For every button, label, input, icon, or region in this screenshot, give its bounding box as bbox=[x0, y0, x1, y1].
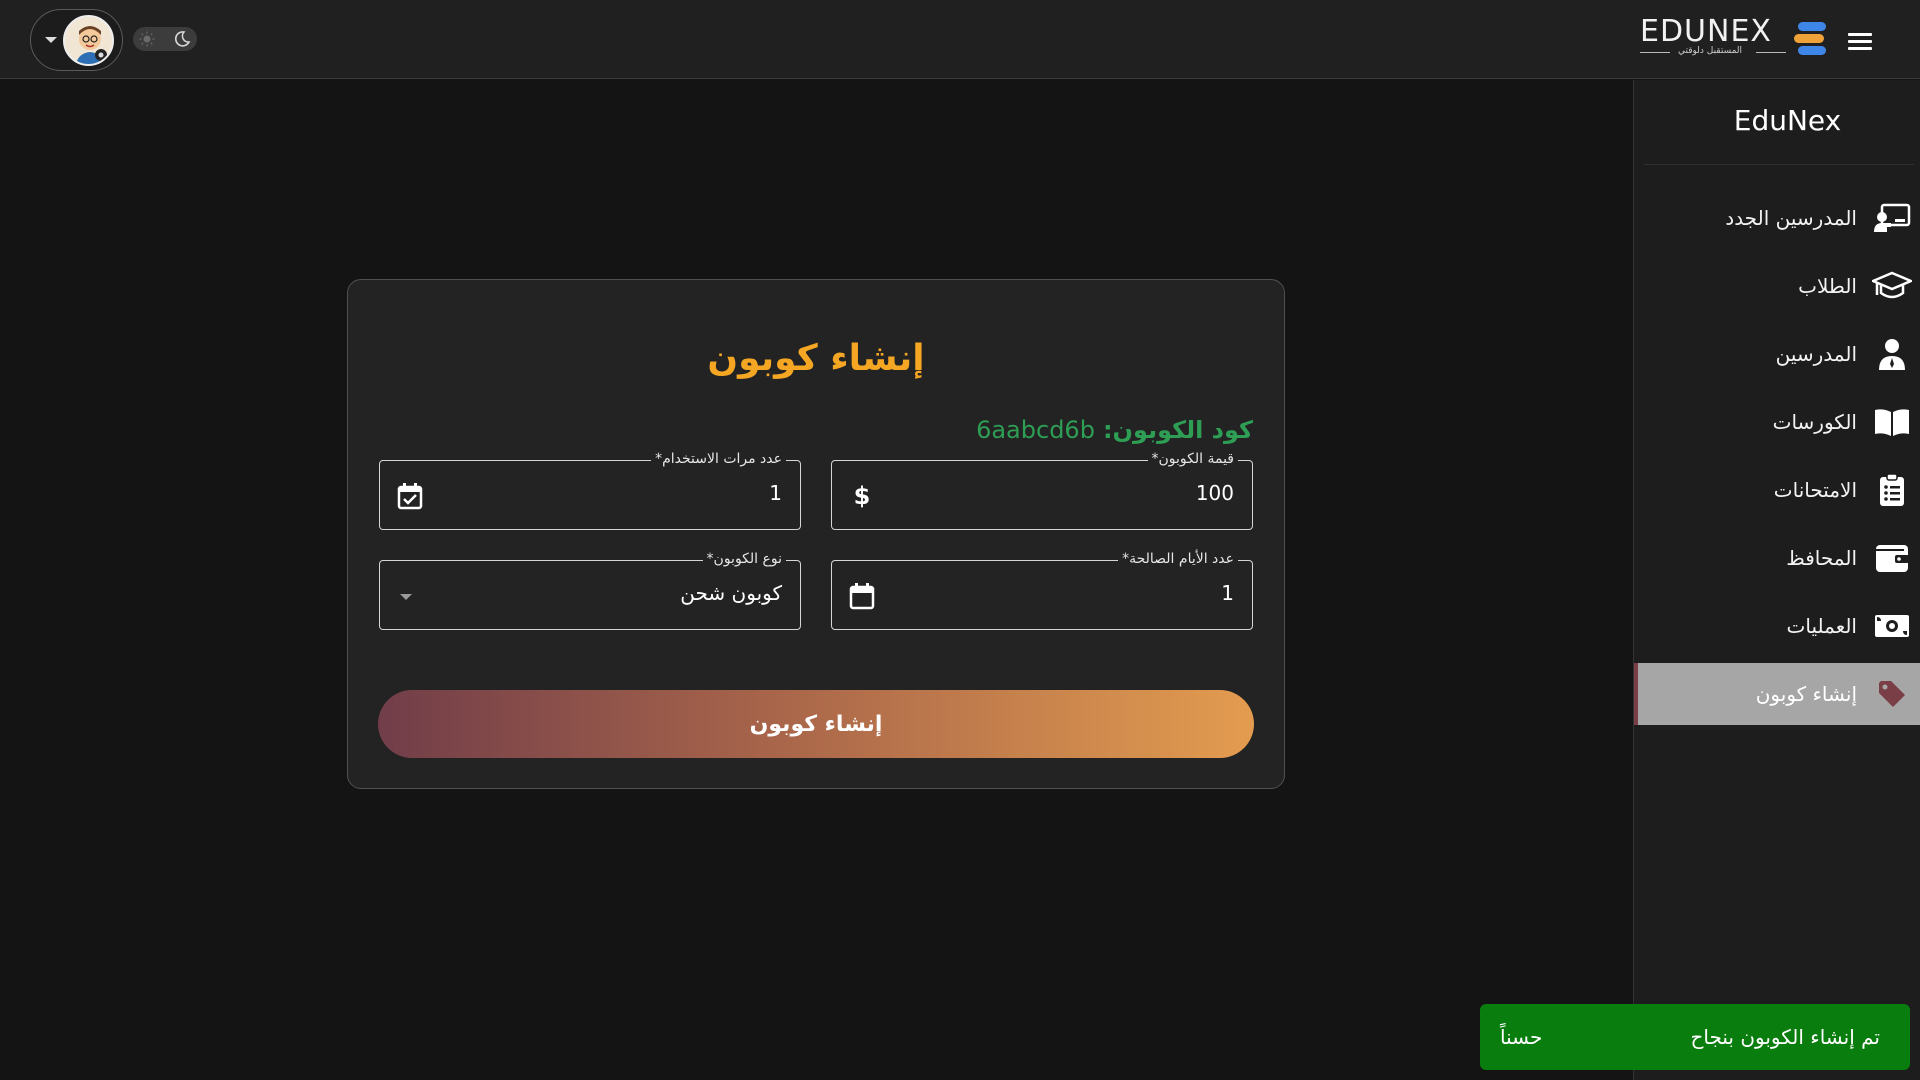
coupon-value-field[interactable]: قيمة الكوبون* 100 $ bbox=[831, 451, 1253, 530]
sidebar-item-new-teachers[interactable]: المدرسين الجدد bbox=[1634, 187, 1920, 249]
avatar bbox=[63, 15, 114, 66]
sidebar-item-create-coupon[interactable]: إنشاء كوبون bbox=[1634, 663, 1920, 725]
page-title: إنشاء كوبون bbox=[707, 338, 925, 379]
coupon-type-value: كوبون شحن bbox=[680, 581, 782, 605]
usage-count-label: عدد مرات الاستخدام* bbox=[651, 451, 786, 467]
money-icon bbox=[1871, 609, 1913, 643]
create-coupon-button[interactable]: إنشاء كوبون bbox=[378, 690, 1254, 758]
coupon-type-select[interactable]: نوع الكوبون* كوبون شحن bbox=[379, 551, 801, 630]
sidebar-item-courses[interactable]: الكورسات bbox=[1634, 391, 1920, 453]
logo-divider bbox=[1640, 52, 1670, 53]
svg-text:$: $ bbox=[854, 482, 871, 510]
wallet-icon bbox=[1871, 541, 1913, 575]
valid-days-input[interactable]: 1 bbox=[1221, 581, 1234, 605]
user-menu-button[interactable] bbox=[30, 9, 123, 71]
coupon-code-label: كود الكوبون: bbox=[1102, 416, 1253, 444]
brand-tagline: المستقبل دلوقتي bbox=[1678, 46, 1743, 56]
sidebar-item-transactions[interactable]: العمليات bbox=[1634, 595, 1920, 657]
calendar-icon bbox=[848, 581, 876, 611]
moon-icon bbox=[174, 31, 191, 47]
coupon-code: كود الكوبون: 6aabcd6b bbox=[976, 416, 1253, 444]
brand-logo: EDUNEX المستقبل دلوقتي bbox=[1640, 14, 1830, 62]
coupon-type-label: نوع الكوبون* bbox=[702, 551, 786, 567]
sidebar: EduNex المدرسين الجدد الطلاب المدرسين ال… bbox=[1633, 80, 1920, 1080]
sidebar-title: EduNex bbox=[1733, 104, 1842, 137]
user-icon bbox=[1871, 337, 1913, 371]
logo-divider bbox=[1756, 52, 1786, 53]
sidebar-item-label: العمليات bbox=[1786, 614, 1857, 638]
sidebar-item-label: المدرسين الجدد bbox=[1725, 206, 1857, 230]
sidebar-item-label: المحافظ bbox=[1786, 546, 1857, 570]
success-toast: حسناً تم إنشاء الكوبون بنجاح bbox=[1480, 1004, 1910, 1070]
sidebar-item-label: إنشاء كوبون bbox=[1755, 682, 1857, 706]
book-icon bbox=[1871, 405, 1913, 439]
clipboard-icon bbox=[1871, 473, 1913, 507]
sidebar-item-label: الامتحانات bbox=[1773, 478, 1857, 502]
sidebar-item-teachers[interactable]: المدرسين bbox=[1634, 323, 1920, 385]
toast-message: تم إنشاء الكوبون بنجاح bbox=[1690, 1025, 1880, 1049]
chevron-down-icon[interactable] bbox=[400, 594, 412, 600]
valid-days-field[interactable]: عدد الأيام الصالحة* 1 bbox=[831, 551, 1253, 630]
dollar-icon: $ bbox=[848, 481, 876, 511]
toast-ok-button[interactable]: حسناً bbox=[1500, 1025, 1542, 1049]
chevron-down-icon bbox=[45, 37, 57, 43]
brand-name: EDUNEX bbox=[1640, 14, 1772, 49]
coupon-value-label: قيمة الكوبون* bbox=[1147, 451, 1238, 467]
top-header: EDUNEX المستقبل دلوقتي bbox=[0, 0, 1920, 79]
usage-count-field[interactable]: عدد مرات الاستخدام* 1 bbox=[379, 451, 801, 530]
calendar-check-icon bbox=[396, 481, 424, 511]
sidebar-item-wallets[interactable]: المحافظ bbox=[1634, 527, 1920, 589]
create-coupon-card: إنشاء كوبون كود الكوبون: 6aabcd6b قيمة ا… bbox=[347, 279, 1285, 789]
coupon-value-input[interactable]: 100 bbox=[1196, 481, 1234, 505]
sidebar-item-exams[interactable]: الامتحانات bbox=[1634, 459, 1920, 521]
usage-count-input[interactable]: 1 bbox=[769, 481, 782, 505]
coupon-code-value: 6aabcd6b bbox=[976, 416, 1095, 444]
sidebar-item-label: الطلاب bbox=[1798, 274, 1857, 298]
logo-mark-icon bbox=[1794, 22, 1826, 55]
sidebar-item-label: الكورسات bbox=[1772, 410, 1857, 434]
theme-toggle[interactable] bbox=[133, 27, 197, 51]
teacher-board-icon bbox=[1871, 201, 1913, 235]
sidebar-divider bbox=[1644, 164, 1914, 165]
graduation-cap-icon bbox=[1871, 269, 1913, 303]
valid-days-label: عدد الأيام الصالحة* bbox=[1118, 551, 1238, 567]
sidebar-item-label: المدرسين bbox=[1775, 342, 1857, 366]
sun-icon bbox=[139, 31, 155, 47]
sidebar-item-students[interactable]: الطلاب bbox=[1634, 255, 1920, 317]
menu-icon[interactable] bbox=[1848, 33, 1872, 51]
tag-icon bbox=[1871, 677, 1913, 711]
